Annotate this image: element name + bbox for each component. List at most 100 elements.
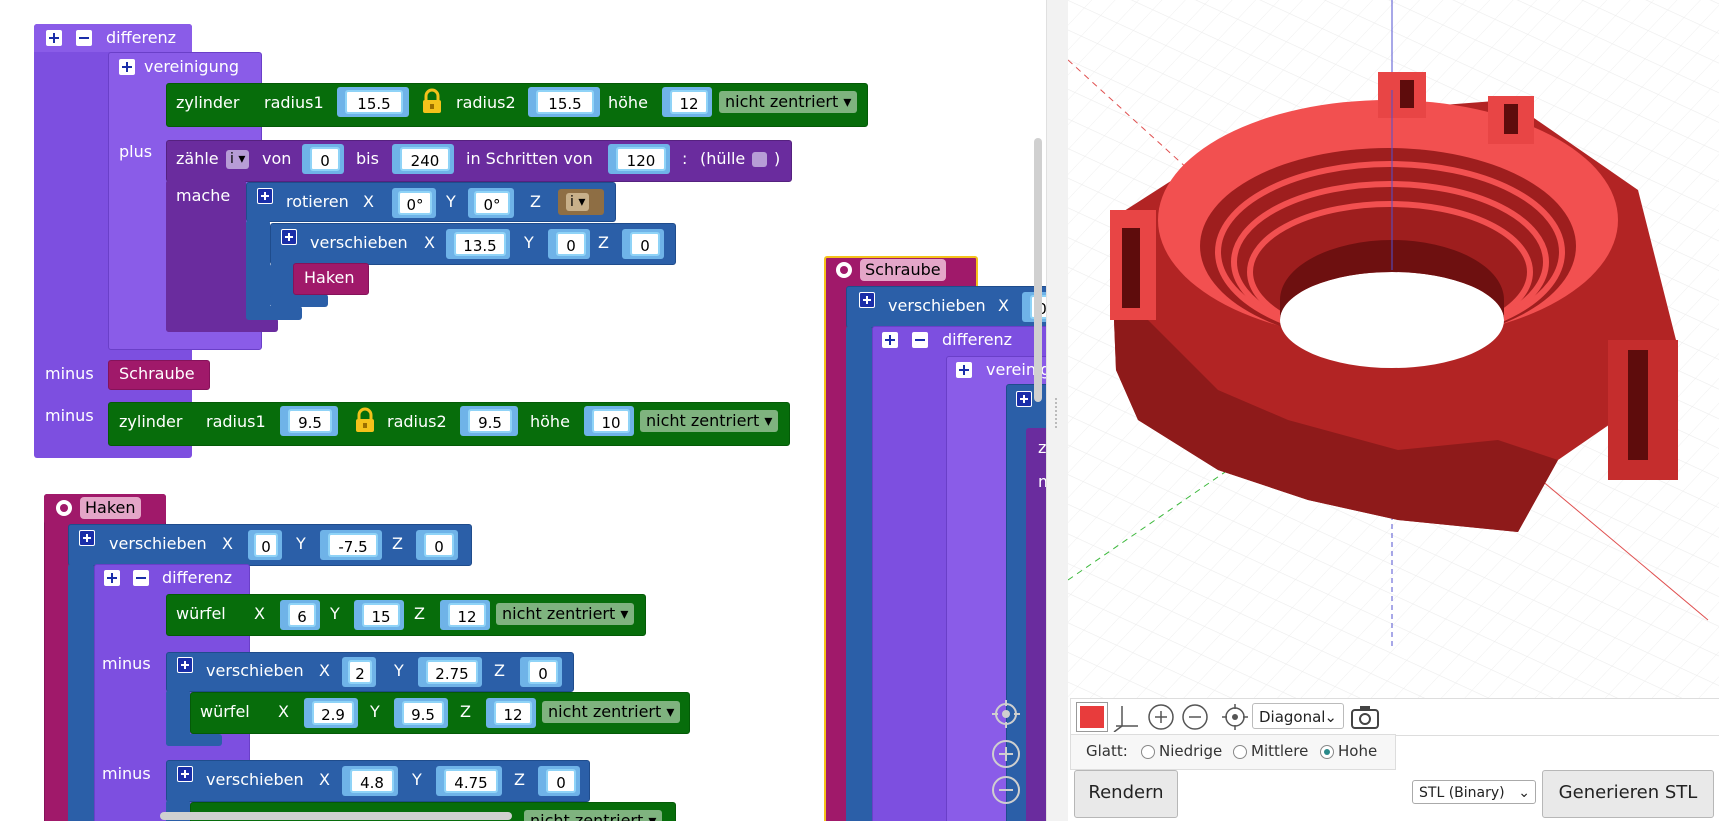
cube-z-input[interactable]: 12 xyxy=(448,603,486,627)
mv-z-label: Z xyxy=(392,534,403,553)
mv-x-label: X xyxy=(222,534,233,553)
verschieben-label: verschieben xyxy=(109,534,207,553)
3d-viewer[interactable] xyxy=(1068,0,1719,698)
remove-input-icon[interactable] xyxy=(912,332,928,348)
rot-z-dropdown[interactable]: i ▾ xyxy=(566,193,590,211)
rot-x-input[interactable]: 0° xyxy=(398,191,432,215)
huelle-checkbox[interactable] xyxy=(752,152,767,167)
radius1-input[interactable]: 15.5 xyxy=(345,90,403,114)
add-input-icon[interactable] xyxy=(956,362,972,378)
center-dropdown[interactable]: nicht zentriert ▾ xyxy=(640,410,779,432)
verschieben-label: verschieben xyxy=(310,233,408,252)
gear-icon[interactable] xyxy=(56,500,72,516)
cube-y-input[interactable]: 9.5 xyxy=(402,701,444,725)
z-partial-label: z xyxy=(1038,438,1046,457)
add-input-icon[interactable] xyxy=(1016,391,1032,407)
camera-icon[interactable] xyxy=(1348,702,1382,732)
gear-icon[interactable] xyxy=(836,262,852,278)
schraube-call-label: Schraube xyxy=(119,364,195,383)
lock-icon[interactable] xyxy=(421,88,443,114)
minus-label: minus xyxy=(102,654,151,673)
mv-z-input[interactable]: 0 xyxy=(424,533,454,557)
mv-x-label: X xyxy=(998,296,1009,315)
radius2-label: radius2 xyxy=(387,412,447,431)
axes-icon[interactable] xyxy=(1110,702,1140,732)
zoom-in-icon[interactable] xyxy=(990,738,1022,770)
mv-z-input[interactable]: 0 xyxy=(630,232,660,256)
quality-low-label: Niedrige xyxy=(1159,742,1223,760)
zoom-in-icon[interactable] xyxy=(1146,702,1176,732)
center-dropdown[interactable]: nicht zentriert ▾ xyxy=(496,603,635,625)
add-input-icon[interactable] xyxy=(257,188,273,204)
var-dropdown[interactable]: i ▾ xyxy=(226,150,250,169)
vertical-scrollbar[interactable] xyxy=(1034,138,1042,402)
cube-y-input[interactable]: 15 xyxy=(362,603,400,627)
cube-y-label: Y xyxy=(330,604,340,623)
add-input-icon[interactable] xyxy=(859,292,875,308)
center-dropdown[interactable]: nicht zentriert ▾ xyxy=(524,810,663,821)
mv-x-input[interactable]: 13.5 xyxy=(454,232,506,256)
mv-y-input[interactable]: -7.5 xyxy=(328,533,378,557)
mv-x-label: X xyxy=(319,770,330,789)
blockly-workspace[interactable]: differenz vereinigung plus zylinder radi… xyxy=(0,0,1046,821)
add-input-icon[interactable] xyxy=(281,229,297,245)
mv-y-input[interactable]: 0 xyxy=(556,232,586,256)
quality-low-radio[interactable] xyxy=(1141,745,1155,759)
add-input-icon[interactable] xyxy=(177,657,193,673)
quality-mid-label: Mittlere xyxy=(1251,742,1309,760)
haken-call-label: Haken xyxy=(304,268,355,287)
minus-label: minus xyxy=(45,406,94,425)
hoehe-input[interactable]: 10 xyxy=(592,409,630,433)
radius2-input[interactable]: 15.5 xyxy=(536,90,594,114)
haken-name-field[interactable]: Haken xyxy=(80,497,141,519)
mv-y-input[interactable]: 2.75 xyxy=(426,660,478,684)
cube-x-input[interactable]: 2.9 xyxy=(312,701,354,725)
add-input-icon[interactable] xyxy=(104,570,120,586)
schraube-name-field[interactable]: Schraube xyxy=(860,259,946,281)
zaehle-label: zähle xyxy=(176,149,219,168)
quality-mid-radio[interactable] xyxy=(1233,745,1247,759)
add-input-icon[interactable] xyxy=(177,766,193,782)
add-input-icon[interactable] xyxy=(882,332,898,348)
radius1-input[interactable]: 9.5 xyxy=(288,409,332,433)
vereinigung-label: vereinigung xyxy=(144,57,240,76)
loop-step-input[interactable]: 120 xyxy=(616,147,666,171)
glatt-label: Glatt: xyxy=(1086,742,1128,760)
mv-y-input[interactable]: 4.75 xyxy=(444,769,498,793)
minus-label: minus xyxy=(45,364,94,383)
format-select[interactable]: STL (Binary) ⌄ xyxy=(1412,780,1536,804)
remove-input-icon[interactable] xyxy=(133,570,149,586)
mv-z-input[interactable]: 0 xyxy=(546,769,576,793)
remove-input-icon[interactable] xyxy=(76,30,92,46)
lock-icon[interactable] xyxy=(354,407,376,433)
center-dropdown[interactable]: nicht zentriert ▾ xyxy=(719,91,858,113)
radius2-input[interactable]: 9.5 xyxy=(468,409,512,433)
horizontal-scrollbar[interactable] xyxy=(160,812,512,820)
recenter-icon[interactable] xyxy=(1220,702,1250,732)
render-button[interactable]: Rendern xyxy=(1074,770,1178,818)
mache-label: mache xyxy=(176,186,231,205)
generate-stl-button[interactable]: Generieren STL xyxy=(1542,770,1714,818)
add-input-icon[interactable] xyxy=(119,59,135,75)
mv-x-input[interactable]: 0 xyxy=(254,533,278,557)
recenter-icon[interactable] xyxy=(990,698,1022,730)
zoom-out-icon[interactable] xyxy=(1180,702,1210,732)
mv-x-input[interactable]: 4.8 xyxy=(350,769,394,793)
mv-z-input[interactable]: 0 xyxy=(528,660,558,684)
zoom-out-icon[interactable] xyxy=(990,774,1022,806)
color-swatch-button[interactable] xyxy=(1076,702,1108,732)
loop-from-input[interactable]: 0 xyxy=(310,147,340,171)
view-select[interactable]: Diagonal ⌄ xyxy=(1252,703,1344,729)
cube-x-input[interactable]: 6 xyxy=(288,603,316,627)
center-dropdown[interactable]: nicht zentriert ▾ xyxy=(542,701,681,723)
panel-splitter[interactable] xyxy=(1046,0,1070,821)
quality-high-radio[interactable] xyxy=(1320,745,1334,759)
hoehe-input[interactable]: 12 xyxy=(670,90,708,114)
add-input-icon[interactable] xyxy=(46,30,62,46)
add-input-icon[interactable] xyxy=(79,530,95,546)
mv-y-label: Y xyxy=(412,770,422,789)
mv-x-input[interactable]: 2 xyxy=(348,660,372,684)
cube-z-input[interactable]: 12 xyxy=(494,701,532,725)
rot-y-input[interactable]: 0° xyxy=(474,191,510,215)
loop-to-input[interactable]: 240 xyxy=(400,147,450,171)
